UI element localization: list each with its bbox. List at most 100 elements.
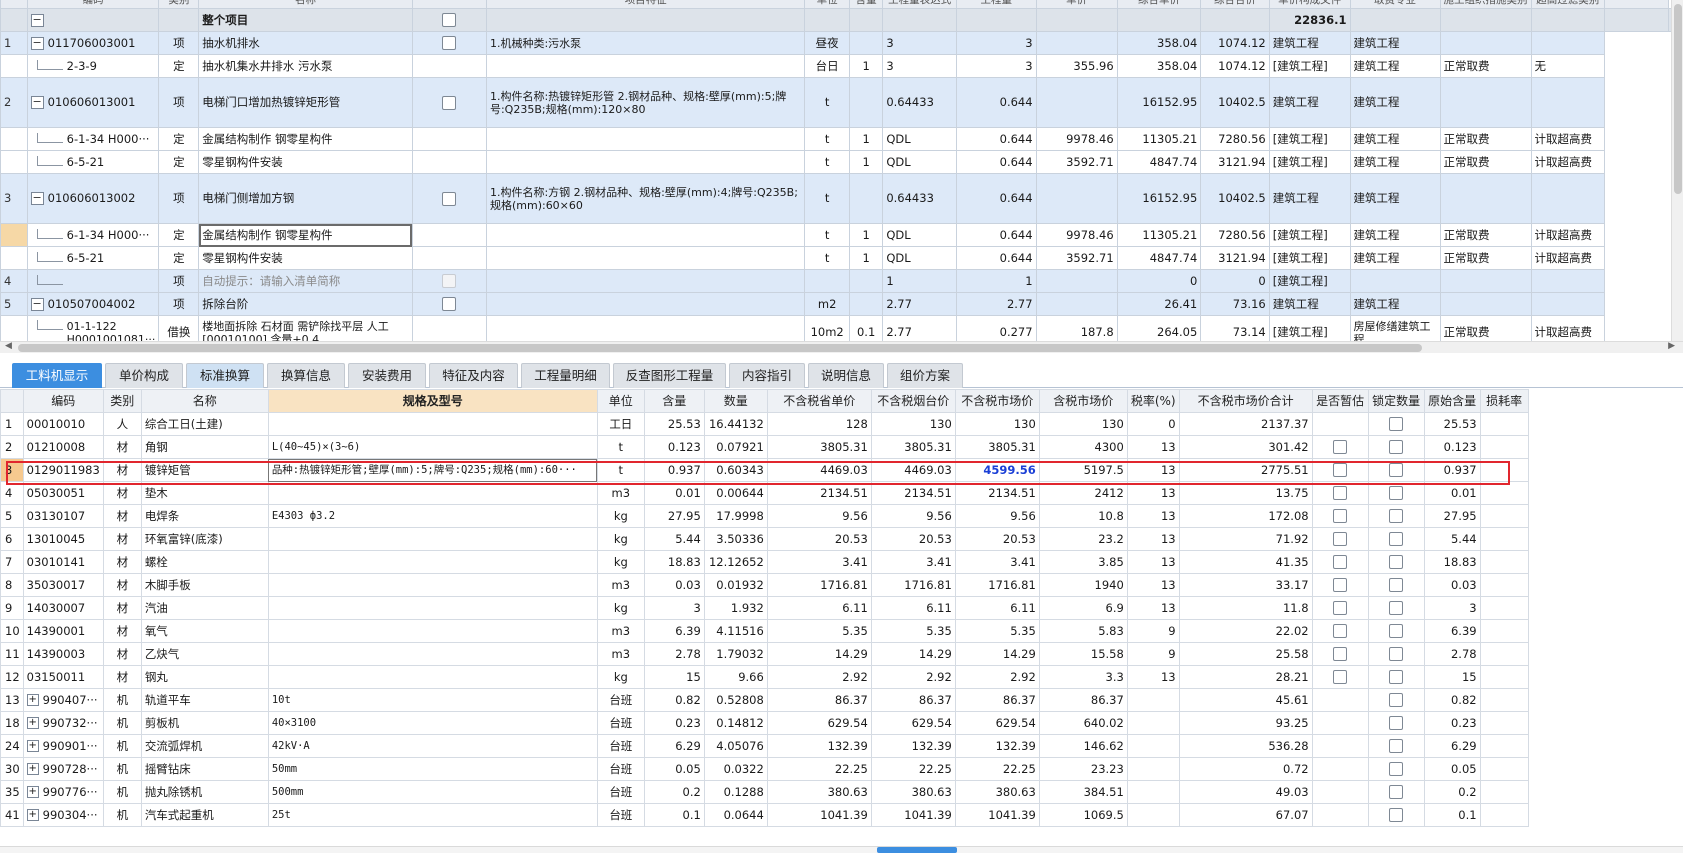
scroll-thumb[interactable] xyxy=(1674,4,1682,194)
resource-content[interactable]: 0.01 xyxy=(643,481,705,505)
resource-name[interactable]: 乙炔气 xyxy=(140,642,269,666)
resource-content[interactable]: 6.39 xyxy=(643,619,705,643)
quantity-expression[interactable]: QDL xyxy=(882,223,957,247)
lock-quantity-checkbox[interactable] xyxy=(1389,716,1404,730)
resource-row[interactable]: 41 +990304··· 机汽车式起重机 25t 台班 0.1 0.0644 1041.39… xyxy=(0,803,1529,827)
lock-quantity-checkbox[interactable] xyxy=(1389,578,1404,592)
estimate-checkbox-cell[interactable] xyxy=(1311,435,1369,459)
checkbox-cell[interactable] xyxy=(411,223,487,247)
lock-quantity-checkbox[interactable] xyxy=(1389,647,1404,661)
checkbox-cell[interactable] xyxy=(411,292,487,316)
resource-name[interactable]: 钢丸 xyxy=(140,665,269,689)
item-feature[interactable] xyxy=(485,269,806,293)
lock-quantity-checkbox-cell[interactable] xyxy=(1367,619,1425,643)
item-name[interactable]: 自动提示：请输入清单简称 xyxy=(198,269,413,293)
expand-icon[interactable]: + xyxy=(26,694,39,706)
item-name[interactable]: 金属结构制作 钢零星构件 xyxy=(198,223,413,247)
estimate-checkbox-cell[interactable] xyxy=(1311,711,1369,735)
resource-row[interactable]: 10 14390001 材氧气 m3 6.39 4.11516 5.35 5.35 5.35 5.… xyxy=(0,619,1529,643)
lock-quantity-checkbox[interactable] xyxy=(1389,601,1404,615)
resource-spec[interactable] xyxy=(267,550,598,574)
resource-row[interactable]: 12 03150011 材钢丸 kg 15 9.66 2.92 2.92 2.92 3.3 13 28… xyxy=(0,665,1529,689)
resource-spec[interactable] xyxy=(267,665,598,689)
tab-standard-conversion[interactable]: 标准换算 xyxy=(186,363,264,388)
code-cell[interactable]: 6-1-34 H000··· xyxy=(26,127,160,151)
tab-pricing-scheme[interactable]: 组价方案 xyxy=(887,363,963,388)
item-name[interactable]: 电梯门口增加热镀锌矩形管 xyxy=(198,77,413,128)
column-header[interactable]: 名称 xyxy=(198,0,413,9)
code-cell[interactable]: −010606013002 xyxy=(26,173,160,224)
estimate-checkbox-cell[interactable] xyxy=(1311,527,1369,551)
resource-spec[interactable]: 25t xyxy=(267,803,598,827)
collapse-icon[interactable]: − xyxy=(30,13,44,27)
code-cell[interactable]: −010507004002 xyxy=(26,292,160,316)
column-header[interactable]: 损耗率 xyxy=(1479,389,1529,413)
checkbox-cell[interactable] xyxy=(411,54,487,78)
bill-item-row[interactable]: 1−011706003001 项抽水机排水 1.机械种类:污水泵 昼夜 3 3 358.04… xyxy=(0,31,1683,55)
resource-name[interactable]: 轨道平车 xyxy=(140,688,269,712)
item-feature[interactable] xyxy=(485,223,806,247)
loss-rate[interactable] xyxy=(1479,527,1529,551)
column-header[interactable]: 锁定数量 xyxy=(1367,389,1425,413)
loss-rate[interactable] xyxy=(1479,711,1529,735)
estimate-checkbox[interactable] xyxy=(1333,532,1348,546)
resource-row[interactable]: 2 01210008 材角钢 L(40~45)×(3~6) t 0.123 0.07921 3… xyxy=(0,435,1529,459)
resource-code[interactable]: 14030007 xyxy=(22,596,104,620)
item-feature[interactable] xyxy=(485,127,806,151)
estimate-checkbox[interactable] xyxy=(1333,578,1348,592)
resource-content[interactable]: 0.82 xyxy=(643,688,705,712)
resource-code[interactable]: +990901··· xyxy=(22,734,104,758)
resource-code[interactable]: +990407··· xyxy=(22,688,104,712)
lock-quantity-checkbox-cell[interactable] xyxy=(1367,527,1425,551)
resource-spec[interactable] xyxy=(267,481,598,505)
scroll-right-icon[interactable]: ▶ xyxy=(1668,341,1675,351)
estimate-checkbox[interactable] xyxy=(1333,601,1348,615)
loss-rate[interactable] xyxy=(1479,688,1529,712)
tax-market-price[interactable]: 86.37 xyxy=(1038,688,1128,712)
resource-code[interactable]: 0129011983 xyxy=(22,458,104,482)
estimate-checkbox[interactable] xyxy=(1333,624,1348,638)
tab-unit-price-composition[interactable]: 单价构成 xyxy=(105,363,183,388)
market-price[interactable]: 20.53 xyxy=(954,527,1040,551)
resource-name[interactable]: 剪板机 xyxy=(140,711,269,735)
market-price[interactable]: 2.92 xyxy=(954,665,1040,689)
tax-market-price[interactable]: 23.2 xyxy=(1038,527,1128,551)
resource-name[interactable]: 垫木 xyxy=(140,481,269,505)
estimate-checkbox-cell[interactable] xyxy=(1311,550,1369,574)
checkbox-cell[interactable] xyxy=(411,8,487,32)
lock-quantity-checkbox-cell[interactable] xyxy=(1367,642,1425,666)
item-feature[interactable] xyxy=(485,54,806,78)
resource-row[interactable]: 4 05030051 材垫木 m3 0.01 0.00644 2134.51 2134.51 2… xyxy=(0,481,1529,505)
column-header[interactable]: 编码 xyxy=(26,0,160,9)
checkbox[interactable] xyxy=(442,13,457,27)
tax-market-price[interactable]: 640.02 xyxy=(1038,711,1128,735)
column-header[interactable]: 单位 xyxy=(804,0,850,9)
bill-item-row[interactable]: 3−010606013002 项电梯门侧增加方钢 1.构件名称:方钢 2.钢材品种、… xyxy=(0,173,1683,224)
resource-code[interactable]: 14390003 xyxy=(22,642,104,666)
resource-quantity[interactable]: 4.05076 xyxy=(703,734,768,758)
column-header[interactable]: 规格及型号 xyxy=(267,389,598,413)
column-header[interactable]: 原始含量 xyxy=(1423,389,1481,413)
item-feature[interactable]: 1.构件名称:方钢 2.钢材品种、规格:壁厚(mm):4;牌号:Q235B;规格… xyxy=(485,173,806,224)
column-header[interactable]: 数量 xyxy=(703,389,768,413)
item-name[interactable]: 零星钢构件安装 xyxy=(198,150,413,174)
estimate-checkbox-cell[interactable] xyxy=(1311,780,1369,804)
resource-row[interactable]: 18 +990732··· 机剪板机 40×3100 台班 0.23 0.14812 629.… xyxy=(0,711,1529,735)
estimate-checkbox-cell[interactable] xyxy=(1311,642,1369,666)
tax-market-price[interactable]: 2412 xyxy=(1038,481,1128,505)
checkbox[interactable] xyxy=(442,274,457,288)
tax-market-price[interactable]: 5.83 xyxy=(1038,619,1128,643)
tax-market-price[interactable]: 23.23 xyxy=(1038,757,1128,781)
collapse-icon[interactable]: − xyxy=(30,36,44,50)
lock-quantity-checkbox-cell[interactable] xyxy=(1367,573,1425,597)
resource-content[interactable]: 3 xyxy=(643,596,705,620)
resource-spec[interactable] xyxy=(267,642,598,666)
tax-market-price[interactable]: 6.9 xyxy=(1038,596,1128,620)
resource-content[interactable]: 2.78 xyxy=(643,642,705,666)
market-price[interactable]: 4599.56 xyxy=(954,458,1040,482)
lock-quantity-checkbox-cell[interactable] xyxy=(1367,780,1425,804)
resource-quantity[interactable]: 0.07921 xyxy=(703,435,768,459)
resource-row[interactable]: 30 +990728··· 机摇臂钻床 50mm 台班 0.05 0.0322 22.25 22… xyxy=(0,757,1529,781)
tax-market-price[interactable]: 3.3 xyxy=(1038,665,1128,689)
bill-item-row[interactable]: 2−010606013001 项电梯门口增加热镀锌矩形管 1.构件名称:热镀锌矩形管… xyxy=(0,77,1683,128)
